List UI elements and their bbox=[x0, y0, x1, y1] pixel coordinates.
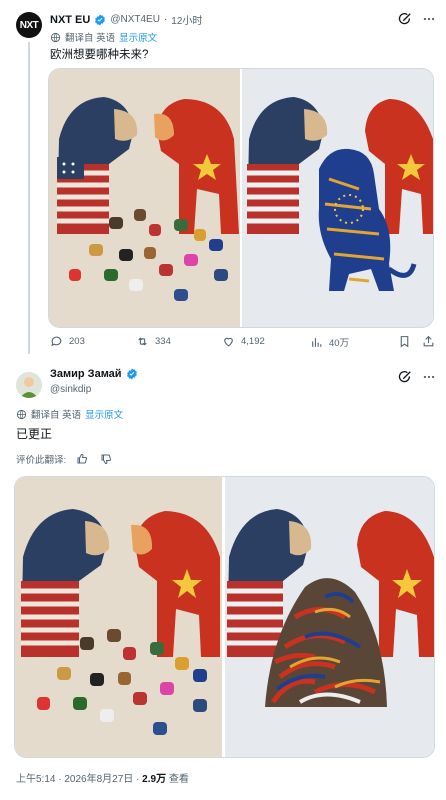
thread-line bbox=[28, 42, 30, 354]
translated-from: 翻译自 英语 bbox=[31, 410, 82, 421]
grok-icon[interactable] bbox=[398, 12, 412, 26]
translate-bar: 翻译自 英语 显示原文 bbox=[16, 407, 123, 421]
tweet2-header: Замир Замай bbox=[50, 368, 138, 380]
tweet2-text: 已更正 bbox=[16, 427, 53, 441]
tweet1-text: 欧洲想要哪种未来? bbox=[50, 49, 149, 61]
show-original-link[interactable]: 显示原文 bbox=[119, 30, 157, 44]
author-name[interactable]: NXT EU bbox=[50, 14, 90, 26]
separator-dot: · bbox=[163, 14, 168, 25]
reply-count: 203 bbox=[69, 336, 85, 347]
like-button[interactable]: 4,192 bbox=[222, 335, 265, 348]
reply-button[interactable]: 203 bbox=[50, 335, 85, 348]
view-label: 查看 bbox=[166, 774, 189, 785]
view-count: 2.9万 bbox=[142, 774, 167, 785]
more-icon[interactable] bbox=[422, 12, 436, 26]
bookmark-icon[interactable] bbox=[398, 335, 411, 348]
nxt-avatar[interactable]: NXT bbox=[16, 12, 42, 38]
tweet1-image[interactable] bbox=[48, 68, 434, 328]
retweet-icon bbox=[138, 337, 147, 346]
views-icon bbox=[312, 337, 322, 347]
thumbs-down-icon[interactable] bbox=[100, 453, 112, 465]
views-button[interactable]: 40万 bbox=[310, 335, 349, 349]
author-handle[interactable]: @sinkdip bbox=[50, 384, 91, 395]
comparison-illustration bbox=[49, 69, 433, 327]
tweet2-image[interactable] bbox=[14, 476, 435, 758]
verified-icon bbox=[126, 368, 137, 380]
grok-icon[interactable] bbox=[398, 370, 412, 384]
more-icon[interactable] bbox=[422, 370, 436, 384]
author-handle[interactable]: @NXT4EU bbox=[110, 14, 160, 25]
corrected-illustration bbox=[15, 477, 434, 757]
translated-from: 翻译自 英语 bbox=[65, 33, 116, 44]
retweet-count: 334 bbox=[155, 336, 171, 347]
timestamp[interactable]: 上午5:14 · 2026年8月27日 · bbox=[16, 774, 142, 785]
verified-icon bbox=[95, 14, 106, 25]
retweet-button[interactable]: 334 bbox=[136, 335, 171, 348]
avatar-text: NXT bbox=[19, 19, 39, 31]
like-icon bbox=[224, 337, 233, 347]
translate-bar: 翻译自 英语 显示原文 bbox=[50, 30, 157, 44]
avatar-image bbox=[16, 372, 42, 398]
rate-translation: 评价此翻译: bbox=[16, 452, 112, 466]
thumbs-up-icon[interactable] bbox=[76, 453, 88, 465]
tweet1-header: NXT EU @NXT4EU · 12小时 bbox=[50, 12, 202, 28]
rate-label: 评价此翻译: bbox=[16, 455, 67, 466]
reply-icon bbox=[51, 336, 62, 347]
author-name[interactable]: Замир Замай bbox=[50, 368, 122, 380]
zamir-avatar[interactable] bbox=[16, 372, 42, 398]
tweet-time[interactable]: 12小时 bbox=[171, 12, 202, 27]
translate-icon bbox=[50, 32, 61, 42]
share-icon[interactable] bbox=[422, 335, 435, 348]
tweet-meta: 上午5:14 · 2026年8月27日 · 2.9万 查看 bbox=[16, 770, 189, 785]
show-original-link[interactable]: 显示原文 bbox=[85, 407, 123, 421]
like-count: 4,192 bbox=[241, 336, 265, 347]
translate-icon bbox=[16, 409, 27, 419]
views-count: 40万 bbox=[329, 338, 350, 349]
